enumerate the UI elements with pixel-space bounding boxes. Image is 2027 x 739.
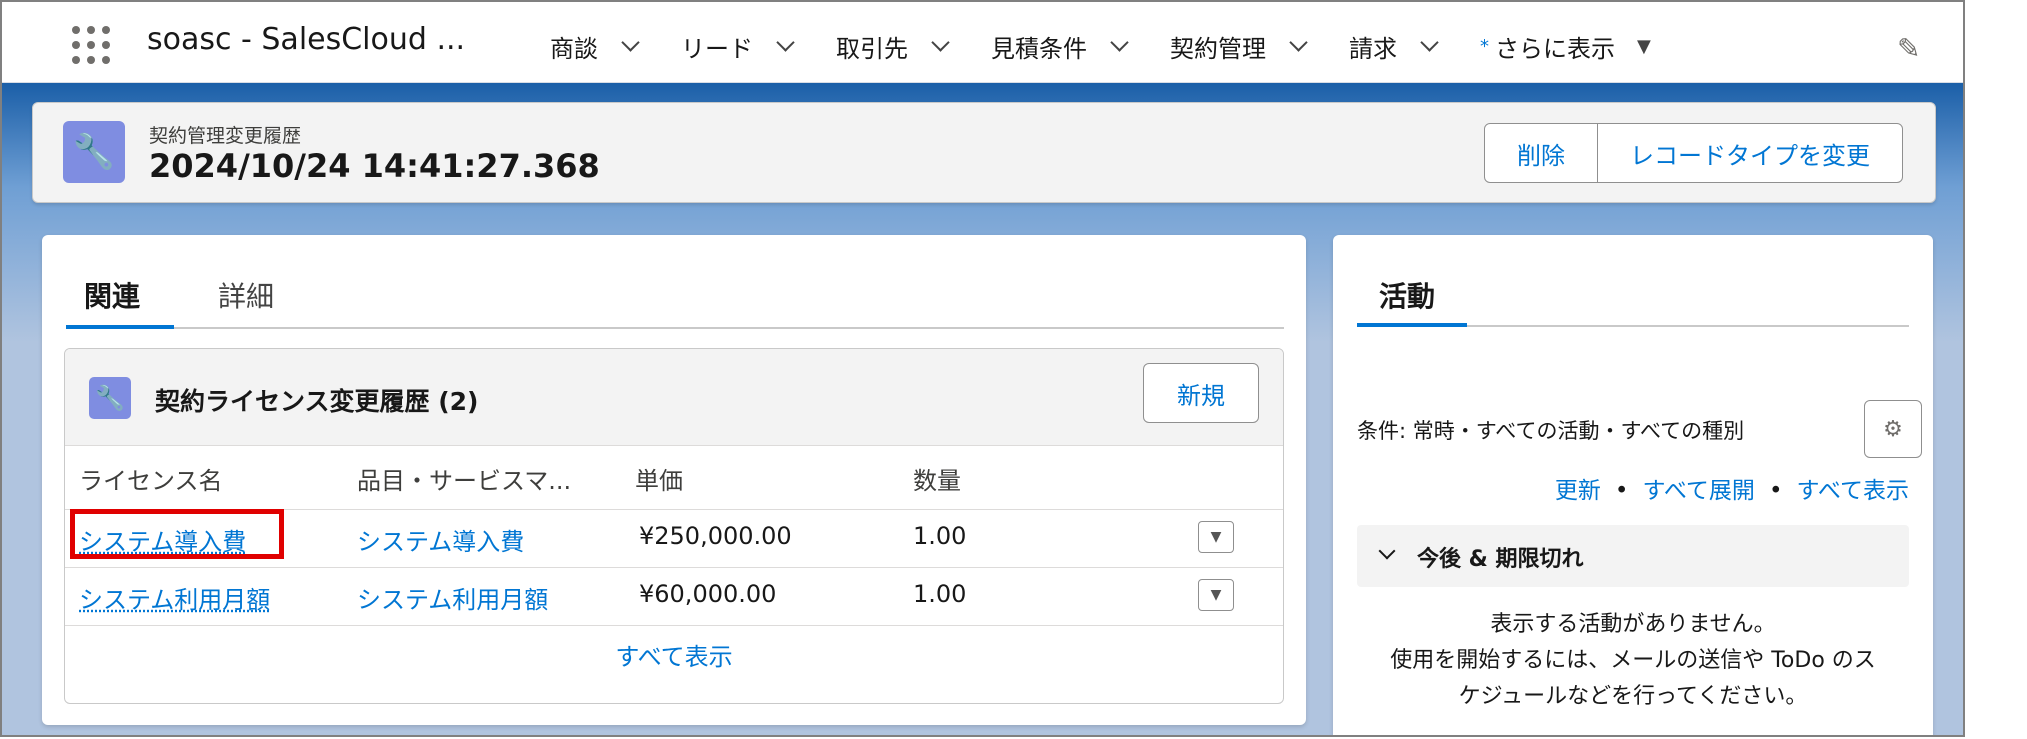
unit-price: ¥60,000.00 bbox=[639, 580, 777, 608]
global-nav-bar: soasc - SalesCloud ... 商談 リード 取引先 見積条件 契… bbox=[2, 2, 1963, 83]
nav-item-label: 商談 bbox=[550, 34, 598, 63]
empty-activity-message: 表示する活動がありません。 使用を開始するには、メールの送信や ToDo のス … bbox=[1357, 607, 1909, 715]
nav-items: 商談 リード 取引先 見積条件 契約管理 請求 * さらに表示 ▼ bbox=[550, 26, 1651, 66]
quantity: 1.00 bbox=[913, 522, 967, 550]
activity-links: 更新 • すべて展開 • すべて表示 bbox=[1555, 471, 1909, 505]
nav-item-label: 取引先 bbox=[836, 34, 908, 63]
new-button[interactable]: 新規 bbox=[1143, 363, 1259, 423]
wrench-icon: 🔧 bbox=[63, 121, 125, 183]
nav-item-quote-terms[interactable]: 見積条件 bbox=[991, 29, 1129, 64]
chevron-down-icon[interactable] bbox=[1110, 32, 1129, 52]
chevron-down-icon[interactable] bbox=[931, 32, 950, 52]
nav-item-label: 契約管理 bbox=[1170, 34, 1266, 63]
item-link[interactable]: システム導入費 bbox=[357, 522, 524, 557]
change-record-type-button[interactable]: レコードタイプを変更 bbox=[1597, 124, 1902, 182]
quantity: 1.00 bbox=[913, 580, 967, 608]
column-header-unit-price[interactable]: 単価 bbox=[635, 461, 683, 496]
expand-all-link[interactable]: すべて展開 bbox=[1642, 478, 1754, 504]
chevron-down-icon[interactable] bbox=[1289, 32, 1308, 52]
wrench-icon: 🔧 bbox=[89, 377, 131, 419]
related-list-title[interactable]: 契約ライセンス変更履歴 (2) bbox=[155, 382, 478, 418]
nav-item-label: 見積条件 bbox=[991, 34, 1087, 63]
caret-down-icon: ▼ bbox=[1637, 35, 1651, 57]
delete-button[interactable]: 削除 bbox=[1485, 124, 1597, 182]
column-header-license-name[interactable]: ライセンス名 bbox=[79, 461, 223, 496]
object-label: 契約管理変更履歴 bbox=[149, 125, 302, 147]
section-label: 今後 & 期限切れ bbox=[1417, 547, 1584, 572]
nav-item-billing[interactable]: 請求 bbox=[1349, 29, 1439, 64]
view-all-link[interactable]: すべて表示 bbox=[65, 637, 1283, 672]
empty-message-line: ケジュールなどを行ってください。 bbox=[1458, 684, 1808, 709]
chevron-down-icon[interactable] bbox=[1420, 32, 1439, 52]
empty-message-line: 表示する活動がありません。 bbox=[1490, 612, 1776, 637]
license-name-link[interactable]: システム利用月額 bbox=[79, 580, 270, 615]
nav-item-label: リード bbox=[681, 34, 753, 63]
refresh-link[interactable]: 更新 bbox=[1555, 478, 1601, 504]
activity-filter-text: 条件: 常時・すべての活動・すべての種別 bbox=[1357, 419, 1745, 443]
tab-activity[interactable]: 活動 bbox=[1379, 275, 1435, 315]
app-window: soasc - SalesCloud ... 商談 リード 取引先 見積条件 契… bbox=[0, 0, 1965, 737]
header-button-group: 削除 レコードタイプを変更 bbox=[1484, 123, 1903, 183]
record-name: 2024/10/24 14:41:27.368 bbox=[149, 147, 600, 185]
chevron-down-icon[interactable] bbox=[776, 32, 795, 52]
app-launcher-icon[interactable] bbox=[72, 26, 110, 64]
separator-dot: • bbox=[1614, 478, 1629, 504]
nav-more-label: さらに表示 bbox=[1495, 34, 1615, 63]
unit-price: ¥250,000.00 bbox=[639, 522, 792, 550]
nav-item-leads[interactable]: リード bbox=[681, 29, 795, 64]
gear-icon[interactable]: ⚙ bbox=[1864, 400, 1922, 458]
app-name: soasc - SalesCloud ... bbox=[147, 22, 466, 57]
activity-panel: 活動 条件: 常時・すべての活動・すべての種別 ⚙ 更新 • すべて展開 • すべて表示… bbox=[1333, 235, 1933, 735]
tab-details[interactable]: 詳細 bbox=[218, 275, 274, 315]
separator-dot: • bbox=[1768, 478, 1783, 504]
item-link[interactable]: システム利用月額 bbox=[357, 580, 548, 615]
active-tab-indicator bbox=[1357, 323, 1467, 327]
column-header-quantity[interactable]: 数量 bbox=[913, 461, 961, 496]
view-all-activity-link[interactable]: すべて表示 bbox=[1797, 478, 1909, 504]
upcoming-overdue-section[interactable]: 今後 & 期限切れ bbox=[1357, 525, 1909, 587]
nav-item-label: 請求 bbox=[1349, 34, 1397, 63]
nav-more-star: * bbox=[1480, 35, 1489, 57]
record-tabs: 関連 詳細 bbox=[66, 235, 1284, 329]
related-list-header: 🔧 契約ライセンス変更履歴 (2) 新規 bbox=[65, 349, 1283, 446]
table-row: システム利用月額 システム利用月額 ¥60,000.00 1.00 ▼ bbox=[65, 568, 1283, 626]
nav-more-button[interactable]: * さらに表示 ▼ bbox=[1480, 29, 1651, 64]
edit-nav-pencil-icon[interactable]: ✎ bbox=[1897, 32, 1920, 65]
chevron-down-icon bbox=[1378, 542, 1396, 560]
active-tab-indicator bbox=[66, 325, 174, 329]
row-actions-dropdown-icon[interactable]: ▼ bbox=[1198, 579, 1234, 611]
chevron-down-icon[interactable] bbox=[621, 32, 640, 52]
related-panel: 関連 詳細 🔧 契約ライセンス変更履歴 (2) 新規 ライセンス名 品目・サービ… bbox=[42, 235, 1306, 725]
row-actions-dropdown-icon[interactable]: ▼ bbox=[1198, 521, 1234, 553]
nav-item-accounts[interactable]: 取引先 bbox=[836, 29, 950, 64]
record-header: 🔧 契約管理変更履歴 2024/10/24 14:41:27.368 削除 レコ… bbox=[32, 102, 1936, 203]
tab-related[interactable]: 関連 bbox=[84, 275, 140, 315]
empty-message-line: 使用を開始するには、メールの送信や ToDo のス bbox=[1390, 648, 1876, 673]
nav-item-opportunities[interactable]: 商談 bbox=[550, 29, 640, 64]
highlight-annotation-box bbox=[70, 509, 284, 559]
nav-item-contract-management[interactable]: 契約管理 bbox=[1170, 29, 1308, 64]
column-header-item-service[interactable]: 品目・サービスマ... bbox=[357, 461, 571, 496]
